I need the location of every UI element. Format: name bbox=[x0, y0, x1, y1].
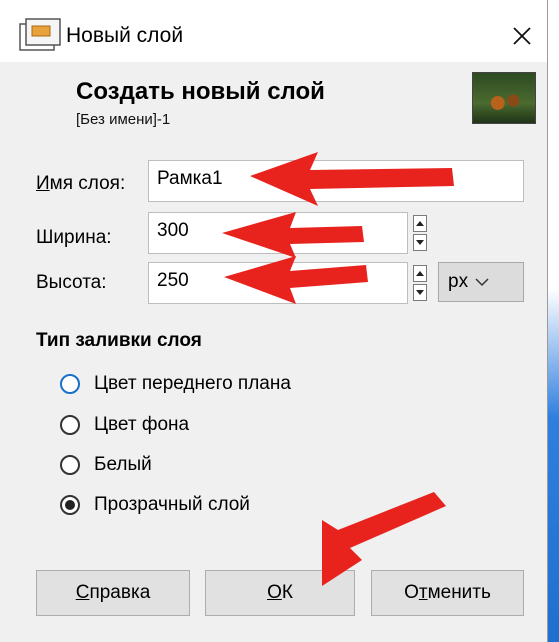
new-layer-icon bbox=[19, 18, 61, 51]
fill-option-label: Прозрачный слой bbox=[94, 494, 250, 515]
title-bar: Новый слой bbox=[0, 0, 547, 62]
width-decrement-button[interactable] bbox=[413, 234, 427, 251]
unit-dropdown[interactable]: px bbox=[438, 262, 524, 302]
arrow-up-icon bbox=[416, 271, 424, 276]
radio-button[interactable] bbox=[60, 455, 80, 475]
help-button[interactable]: Справка bbox=[36, 570, 190, 616]
height-decrement-button[interactable] bbox=[413, 284, 427, 301]
width-increment-button[interactable] bbox=[413, 215, 427, 232]
window-title: Новый слой bbox=[66, 24, 184, 47]
fill-option-label: Цвет переднего плана bbox=[94, 373, 291, 394]
height-increment-button[interactable] bbox=[413, 265, 427, 282]
height-stepper[interactable] bbox=[413, 263, 427, 303]
layer-name-label: Имя слоя: bbox=[36, 173, 126, 194]
new-layer-dialog: Новый слой Создать новый слой [Без имени… bbox=[0, 0, 548, 642]
width-label: Ширина: bbox=[36, 227, 112, 248]
unit-value: px bbox=[448, 271, 469, 292]
radio-button[interactable] bbox=[60, 415, 80, 435]
fill-option-label: Белый bbox=[94, 454, 152, 475]
dialog-heading: Создать новый слой bbox=[76, 78, 325, 105]
chevron-down-icon bbox=[475, 278, 489, 287]
radio-button[interactable] bbox=[60, 374, 80, 394]
arrow-down-icon bbox=[416, 240, 424, 245]
height-label: Высота: bbox=[36, 272, 107, 293]
layer-name-input[interactable]: Рамка1 bbox=[148, 160, 524, 202]
cancel-button[interactable]: Отменить bbox=[371, 570, 524, 616]
width-stepper[interactable] bbox=[413, 213, 427, 253]
height-input[interactable]: 250 bbox=[148, 262, 408, 304]
arrow-down-icon bbox=[416, 290, 424, 295]
fill-option-label: Цвет фона bbox=[94, 414, 190, 435]
radio-button-selected[interactable] bbox=[60, 495, 80, 515]
ok-button[interactable]: ОК bbox=[205, 570, 355, 616]
close-icon[interactable] bbox=[502, 16, 542, 56]
width-input[interactable]: 300 bbox=[148, 212, 408, 254]
image-name: [Без имени]-1 bbox=[76, 111, 171, 128]
fill-type-heading: Тип заливки слоя bbox=[36, 330, 202, 351]
image-preview-thumbnail bbox=[472, 72, 536, 124]
arrow-up-icon bbox=[416, 221, 424, 226]
